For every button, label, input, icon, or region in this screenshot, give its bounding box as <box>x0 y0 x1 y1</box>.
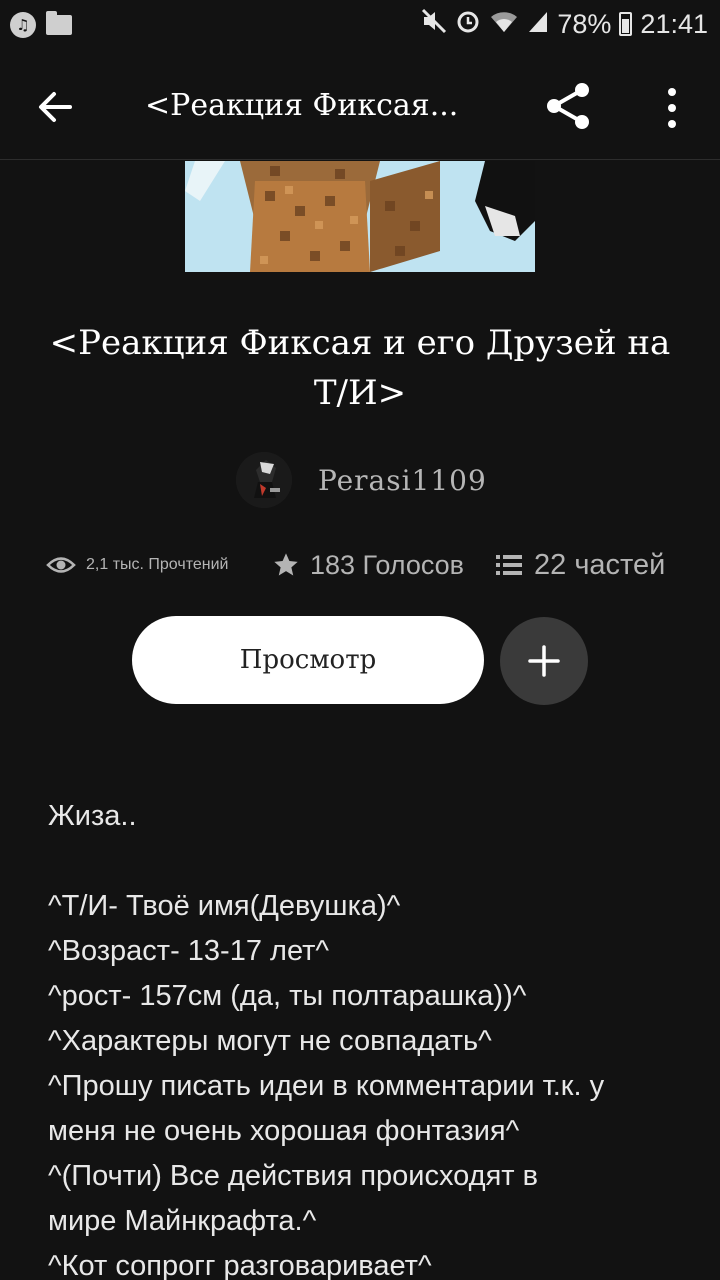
view-button[interactable]: Просмотр <box>132 616 484 704</box>
author-row[interactable]: Perasi1109 <box>236 452 487 508</box>
story-description: Жиза.. ^Т/И- Твоё имя(Девушка)^ ^Возраст-… <box>48 794 688 1280</box>
more-options-button[interactable] <box>652 80 692 136</box>
avatar[interactable] <box>236 452 292 508</box>
status-bar: ♫ 78% 21:41 <box>0 0 720 50</box>
author-name[interactable]: Perasi1109 <box>318 464 487 497</box>
app-bar: <Реакция Фиксая... <box>0 50 720 160</box>
description-line: ^Кот сопрогг разговаривает^ <box>48 1250 432 1280</box>
story-cover-image <box>185 161 535 272</box>
folder-icon <box>46 11 72 35</box>
description-line: Жиза.. <box>48 800 137 832</box>
reads-stat: 2,1 тыс. Прочтений <box>46 540 228 590</box>
description-line: ^Прошу писать идеи в комментарии т.к. у <box>48 1070 605 1102</box>
alarm-icon <box>455 8 481 40</box>
description-line: мире Майнкрафта.^ <box>48 1205 317 1237</box>
votes-stat: 183 Голосов <box>272 540 464 590</box>
back-button[interactable] <box>30 82 80 132</box>
list-icon <box>496 555 522 575</box>
status-right: 78% 21:41 <box>421 8 708 40</box>
description-line: меня не очень хорошая фонтазия^ <box>48 1115 520 1147</box>
arrow-left-icon <box>39 92 72 122</box>
mute-icon <box>421 8 447 40</box>
share-icon <box>547 83 589 129</box>
description-line: ^Т/И- Твоё имя(Девушка)^ <box>48 890 401 922</box>
clock: 21:41 <box>640 8 708 39</box>
eye-icon <box>46 557 76 573</box>
add-to-library-button[interactable] <box>500 617 588 705</box>
battery-percent: 78% <box>557 8 612 39</box>
plus-icon <box>528 645 560 677</box>
description-line: ^Возраст- 13-17 лет^ <box>48 935 330 967</box>
description-line: ^рост- 157см (да, ты полтарашка))^ <box>48 980 527 1012</box>
story-title: <Реакция Фиксая и его Друзей на Т/И> <box>49 323 671 413</box>
description-line <box>48 839 688 884</box>
star-icon <box>274 553 298 576</box>
votes-count: 183 Голосов <box>310 549 465 580</box>
status-left: ♫ <box>10 11 72 38</box>
more-vertical-icon <box>668 88 676 128</box>
reads-count: 2,1 тыс. Прочтений <box>86 556 229 573</box>
toolbar-title: <Реакция Фиксая... <box>145 88 459 123</box>
music-icon: ♫ <box>10 12 36 38</box>
description-line: ^Характеры могут не совпадать^ <box>48 1025 492 1057</box>
battery-icon <box>619 12 633 36</box>
description-line: ^(Почти) Все действия происходят в <box>48 1160 539 1192</box>
parts-count: 22 частей <box>534 548 666 581</box>
story-stats: 2,1 тыс. Прочтений 183 Голосов 22 частей <box>46 540 686 590</box>
share-button[interactable] <box>540 78 596 134</box>
signal-icon <box>527 8 549 40</box>
parts-stat: 22 частей <box>494 540 665 590</box>
wifi-icon <box>489 8 519 40</box>
